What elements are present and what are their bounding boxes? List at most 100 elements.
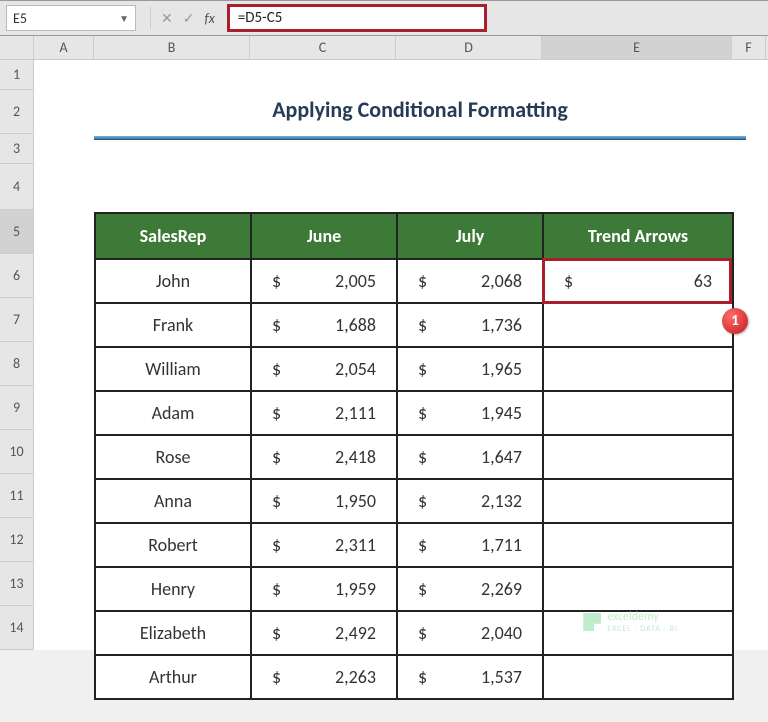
cell-july[interactable]: $1,965 [397,347,543,391]
cell-salesrep[interactable]: Henry [95,567,251,611]
col-header-D[interactable]: D [396,36,542,59]
currency-symbol: $ [418,578,427,600]
currency-symbol: $ [418,314,427,336]
cell-trend[interactable] [543,567,733,611]
header-june[interactable]: June [251,213,397,259]
cell-trend[interactable] [543,391,733,435]
name-box-dropdown-icon[interactable]: ▼ [119,12,129,25]
enter-icon[interactable]: ✓ [183,10,195,27]
col-header-F[interactable]: F [732,36,766,59]
cell-trend[interactable] [543,435,733,479]
cell-july[interactable]: $2,269 [397,567,543,611]
fx-icon[interactable]: fx [204,10,214,27]
cell-june[interactable]: $2,054 [251,347,397,391]
cell-trend[interactable] [543,655,733,699]
currency-symbol: $ [272,490,281,512]
currency-symbol: $ [418,622,427,644]
cell-value: 2,492 [335,622,376,644]
cell-value: 1,711 [481,534,522,556]
cell-salesrep[interactable]: Robert [95,523,251,567]
row-header-1[interactable]: 1 [0,60,34,90]
col-header-C[interactable]: C [250,36,396,59]
cell-salesrep[interactable]: Arthur [95,655,251,699]
currency-symbol: $ [272,534,281,556]
col-header-B[interactable]: B [94,36,250,59]
cell-salesrep[interactable]: Anna [95,479,251,523]
cell-salesrep[interactable]: Adam [95,391,251,435]
cell-salesrep[interactable]: John [95,259,251,303]
cell-value: 2,111 [335,402,376,424]
row-header-11[interactable]: 11 [0,474,34,518]
formula-bar: E5 ▼ ✕ ✓ fx =D5-C5 [0,0,768,36]
row-headers: 1 2 3 4 5 6 7 8 9 10 11 12 13 14 [0,60,34,650]
select-all-corner[interactable] [0,36,34,59]
row-header-10[interactable]: 10 [0,430,34,474]
sheet-title: Applying Conditional Formatting [94,96,746,129]
watermark-tag: EXCEL · DATA · BI [607,624,678,634]
currency-symbol: $ [272,578,281,600]
sheet-area[interactable]: Applying Conditional Formatting SalesRep… [34,60,768,650]
row-header-2[interactable]: 2 [0,90,34,134]
cell-june[interactable]: $1,959 [251,567,397,611]
cell-june[interactable]: $1,688 [251,303,397,347]
cell-june[interactable]: $2,111 [251,391,397,435]
cell-value: 1,950 [335,490,376,512]
cell-july[interactable]: $2,132 [397,479,543,523]
cell-july[interactable]: $1,711 [397,523,543,567]
row-header-12[interactable]: 12 [0,518,34,562]
table-row: Adam$2,111$1,945 [95,391,733,435]
cancel-icon[interactable]: ✕ [161,10,173,27]
header-trend[interactable]: Trend Arrows [543,213,733,259]
col-header-E[interactable]: E [542,36,732,59]
cell-july[interactable]: $1,945 [397,391,543,435]
cell-salesrep[interactable]: Elizabeth [95,611,251,655]
row-header-7[interactable]: 7 [0,298,34,342]
currency-symbol: $ [418,402,427,424]
cell-salesrep[interactable]: Frank [95,303,251,347]
row-header-6[interactable]: 6 [0,254,34,298]
cell-salesrep[interactable]: William [95,347,251,391]
name-box-value: E5 [13,10,27,27]
cell-value: 2,132 [481,490,522,512]
row-header-5[interactable]: 5 [0,210,34,254]
watermark: exceldemy EXCEL · DATA · BI [583,610,678,634]
col-header-A[interactable]: A [34,36,94,59]
cell-july[interactable]: $1,736 [397,303,543,347]
cell-trend[interactable] [543,347,733,391]
row-header-13[interactable]: 13 [0,562,34,606]
cell-july[interactable]: $1,537 [397,655,543,699]
currency-symbol: $ [418,358,427,380]
cell-july[interactable]: $1,647 [397,435,543,479]
currency-symbol: $ [272,402,281,424]
cell-value: 1,736 [481,314,522,336]
cell-salesrep[interactable]: Rose [95,435,251,479]
cell-trend[interactable]: $63 [543,259,733,303]
cell-june[interactable]: $2,311 [251,523,397,567]
cell-value: 1,537 [481,666,522,688]
cell-trend[interactable] [543,303,733,347]
row-header-4[interactable]: 4 [0,164,34,210]
row-header-9[interactable]: 9 [0,386,34,430]
table-row: Frank$1,688$1,736 [95,303,733,347]
separator [150,7,151,29]
cell-trend[interactable] [543,479,733,523]
name-box[interactable]: E5 ▼ [6,5,136,31]
formula-bar-buttons: ✕ ✓ fx [142,7,223,29]
cell-june[interactable]: $2,263 [251,655,397,699]
cell-july[interactable]: $2,068 [397,259,543,303]
cell-june[interactable]: $2,005 [251,259,397,303]
currency-symbol: $ [418,446,427,468]
currency-symbol: $ [272,446,281,468]
cell-june[interactable]: $2,418 [251,435,397,479]
row-header-3[interactable]: 3 [0,134,34,164]
row-header-14[interactable]: 14 [0,606,34,650]
currency-symbol: $ [418,666,427,688]
formula-input[interactable]: =D5-C5 [227,4,487,32]
row-header-8[interactable]: 8 [0,342,34,386]
cell-june[interactable]: $2,492 [251,611,397,655]
cell-trend[interactable] [543,523,733,567]
header-salesrep[interactable]: SalesRep [95,213,251,259]
header-july[interactable]: July [397,213,543,259]
cell-july[interactable]: $2,040 [397,611,543,655]
cell-june[interactable]: $1,950 [251,479,397,523]
